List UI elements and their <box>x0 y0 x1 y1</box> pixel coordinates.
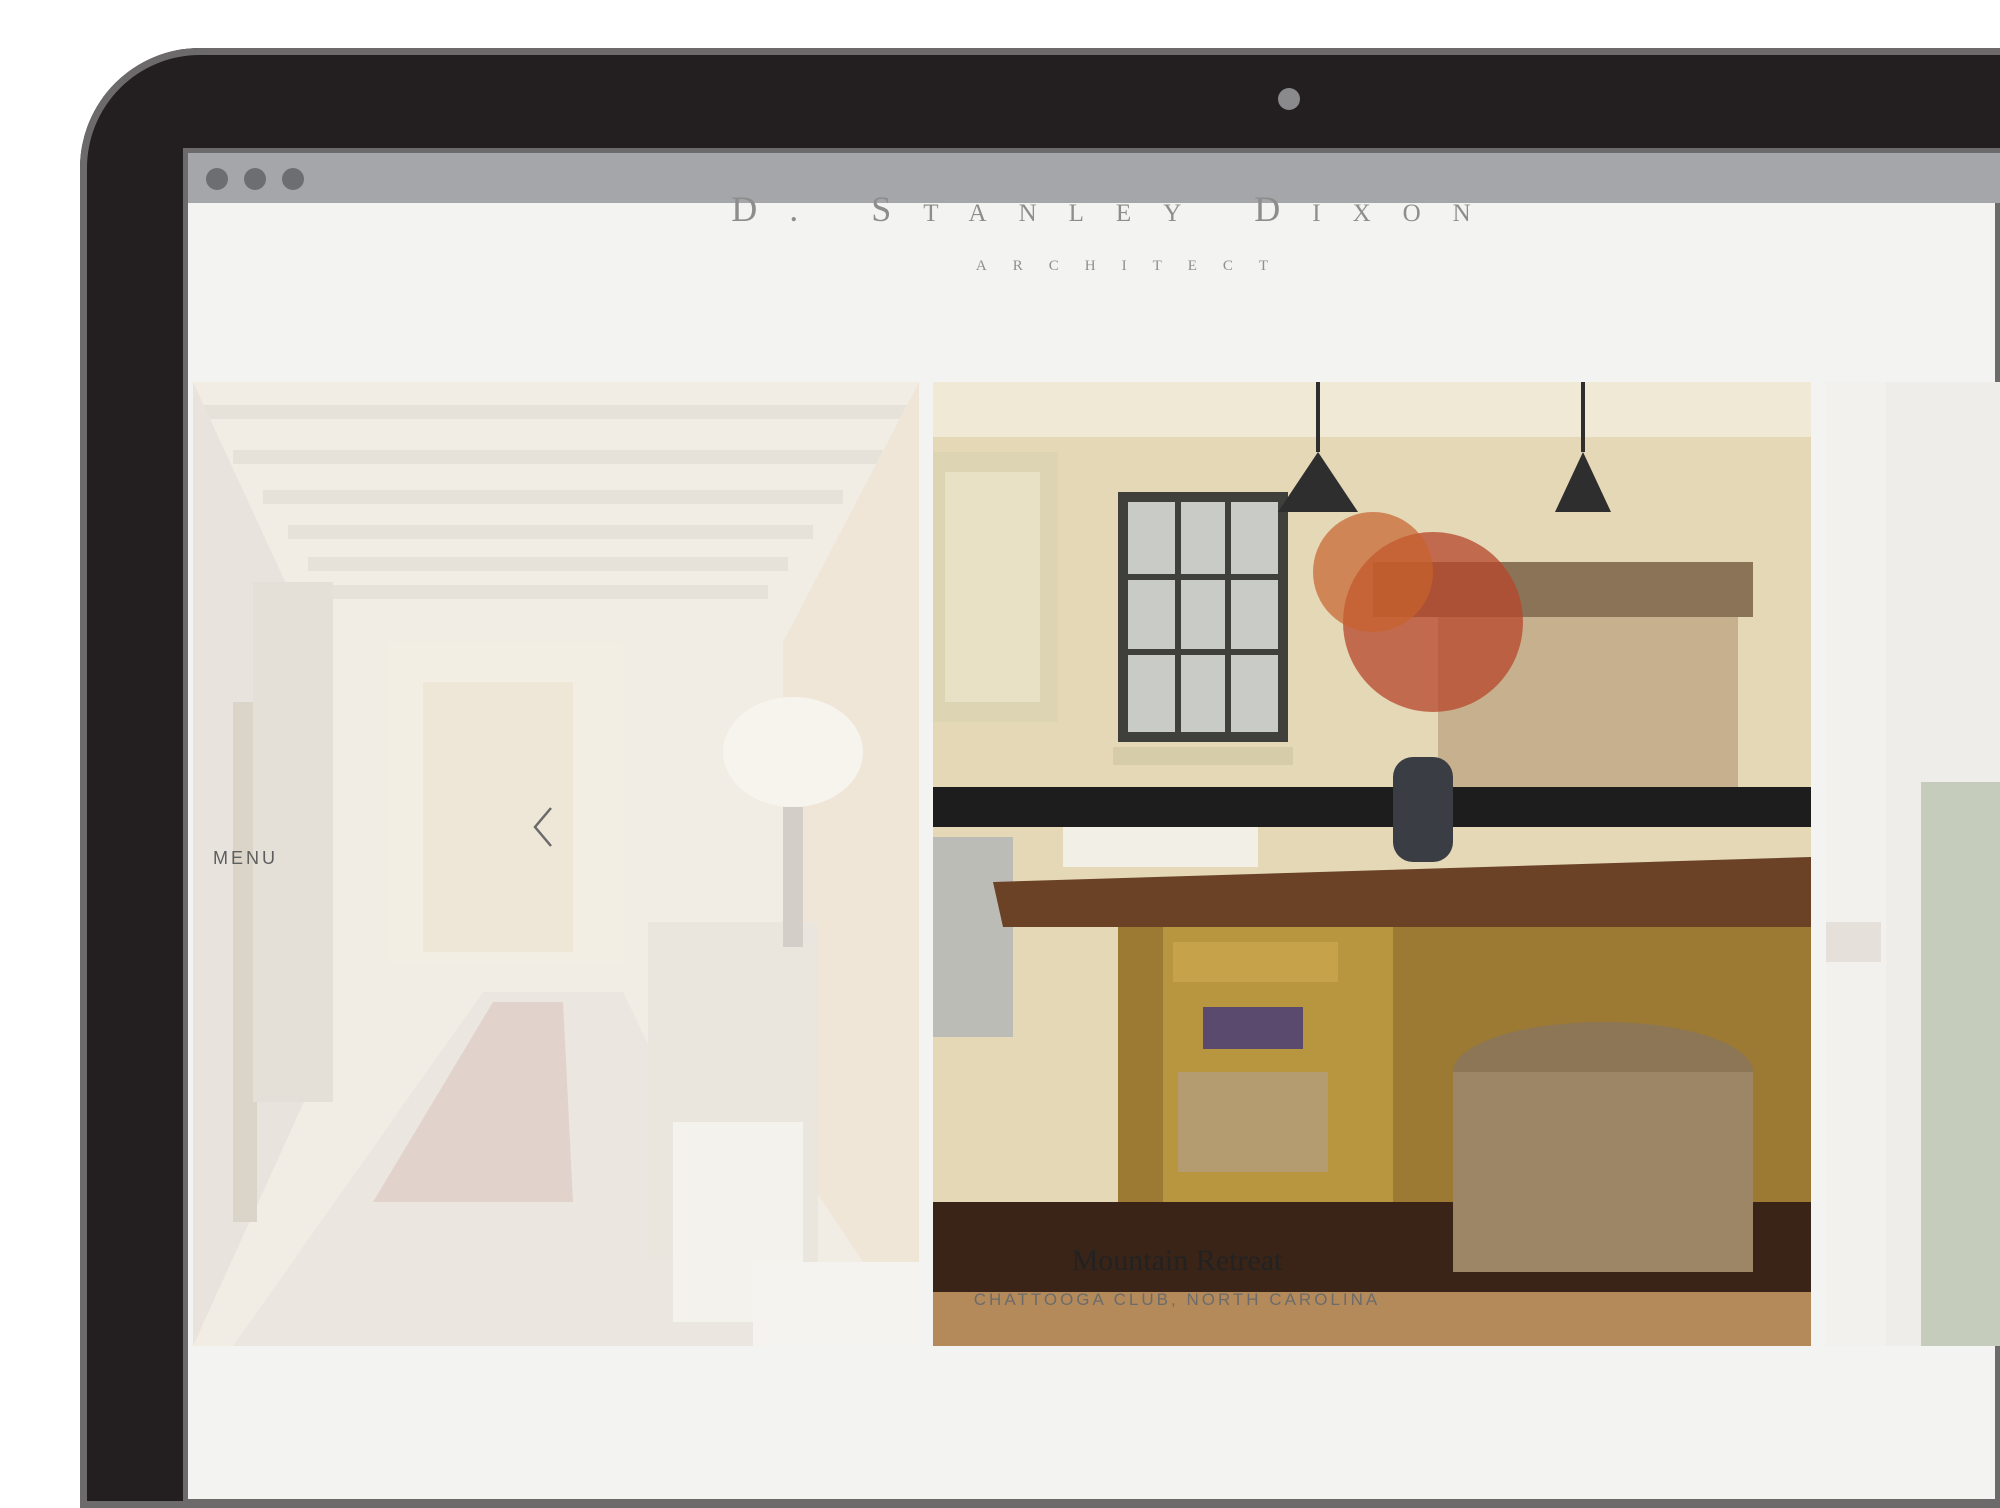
inactive-slide-overlay <box>193 382 919 1346</box>
camera-icon <box>1278 88 1300 110</box>
slide-next[interactable] <box>1826 382 2000 1346</box>
kitchen-photo <box>933 382 1811 1346</box>
site-logo[interactable]: D. Stanley Dixon <box>731 188 1502 230</box>
menu-button[interactable]: MENU <box>213 848 278 869</box>
chevron-left-icon[interactable] <box>527 804 561 850</box>
window-close-dot[interactable] <box>206 168 228 190</box>
site-tagline: ARCHITECT <box>975 258 1295 274</box>
project-location: CHATTOOGA CLUB, NORTH CAROLINA <box>973 1290 1381 1309</box>
window-minimize-dot[interactable] <box>244 168 266 190</box>
project-title: Mountain Retreat <box>1071 1244 1283 1277</box>
window-maximize-dot[interactable] <box>282 168 304 190</box>
slide-previous[interactable] <box>193 382 919 1346</box>
inactive-slide-overlay <box>1826 382 2000 1346</box>
slide-active[interactable] <box>933 382 1811 1346</box>
